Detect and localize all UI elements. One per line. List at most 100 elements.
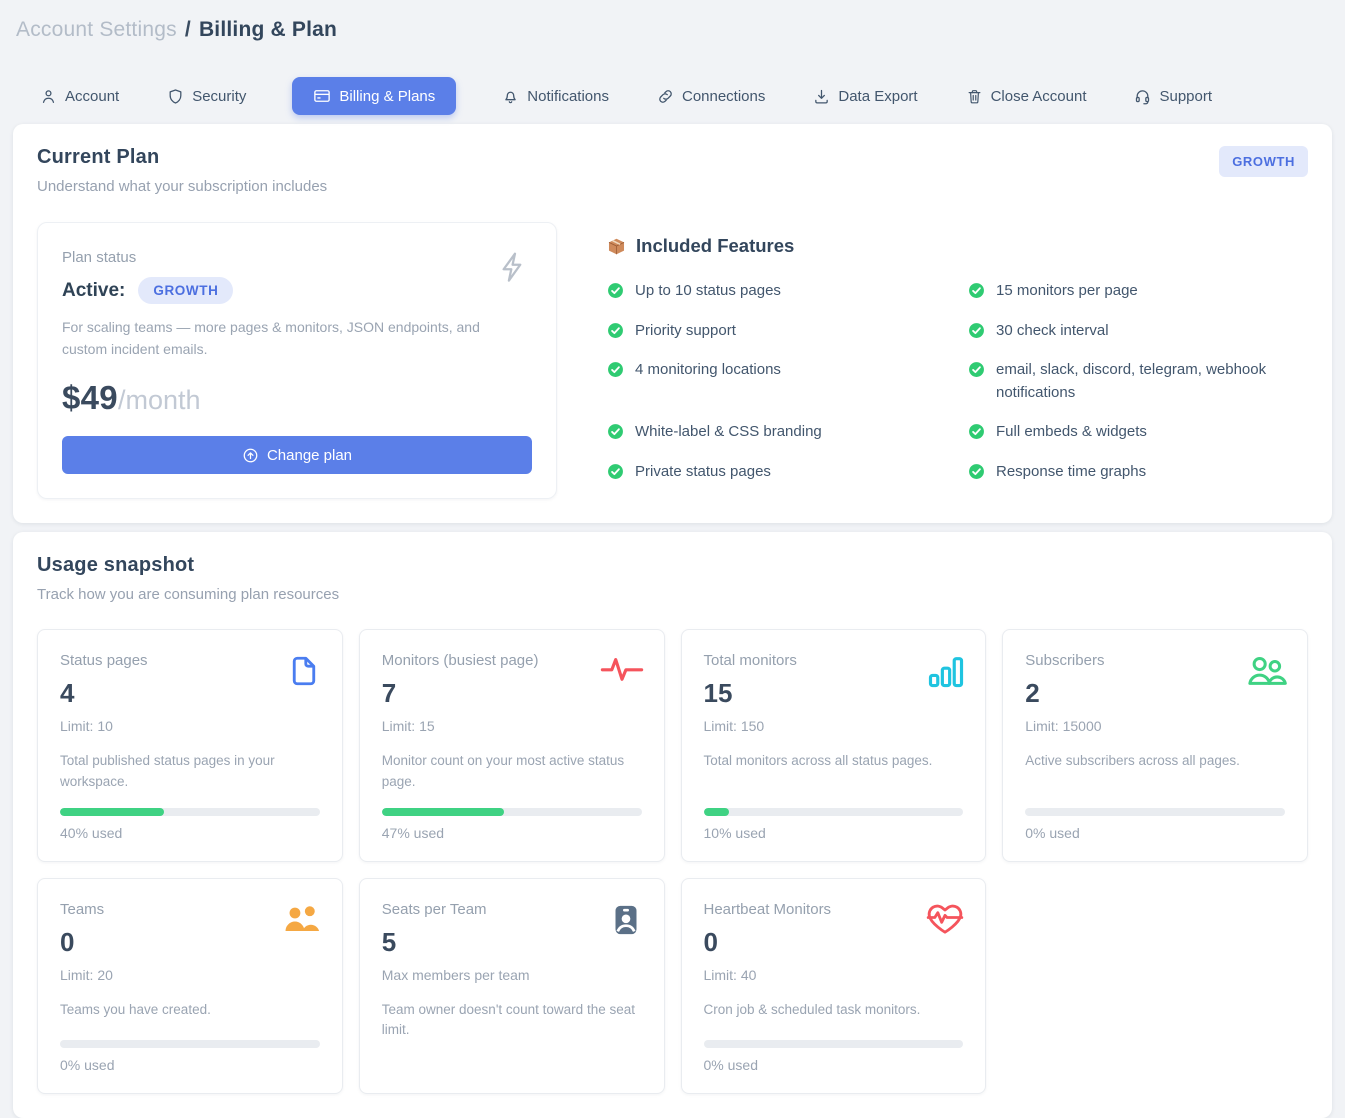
feature-label: Priority support <box>635 320 736 343</box>
usage-card-status-pages: Status pages 4 Limit: 10 Total published… <box>37 629 343 862</box>
usage-percent-label: 0% used <box>1025 825 1285 841</box>
user-icon <box>40 88 57 105</box>
plan-price: $49 /month <box>62 379 532 417</box>
change-plan-button[interactable]: Change plan <box>62 436 532 474</box>
usage-card-description: Teams you have created. <box>60 1000 320 1020</box>
headset-icon <box>1134 88 1151 105</box>
tab-account[interactable]: Account <box>38 78 121 115</box>
usage-card-description: Team owner doesn't count toward the seat… <box>382 1000 642 1041</box>
usage-card-subscribers: Subscribers 2 Limit: 15000 Active subscr… <box>1002 629 1308 862</box>
usage-grid: Status pages 4 Limit: 10 Total published… <box>37 629 1308 1094</box>
usage-subtitle: Track how you are consuming plan resourc… <box>37 586 1308 603</box>
progress-track <box>704 1040 964 1048</box>
heart-pulse-icon <box>925 901 965 937</box>
tab-support[interactable]: Support <box>1132 78 1214 115</box>
tab-notifications[interactable]: Notifications <box>500 78 611 115</box>
usage-card-limit: Max members per team <box>382 967 642 983</box>
breadcrumb-section[interactable]: Account Settings <box>16 18 177 41</box>
plan-description: For scaling teams — more pages & monitor… <box>62 317 482 360</box>
check-circle-icon <box>607 423 624 440</box>
features-header: Included Features <box>607 235 1308 257</box>
users-filled-icon <box>282 901 322 937</box>
download-icon <box>813 88 830 105</box>
id-badge-icon <box>608 901 644 939</box>
feature-label: 4 monitoring locations <box>635 359 781 382</box>
usage-percent-label: 0% used <box>704 1057 964 1073</box>
feature-label: Full embeds & widgets <box>996 421 1147 444</box>
plan-status-badge: GROWTH <box>138 277 233 304</box>
usage-card-seats-per-team: Seats per Team 5 Max members per team Te… <box>359 878 665 1095</box>
usage-card-value: 4 <box>60 678 320 709</box>
check-circle-icon <box>968 361 985 378</box>
check-circle-icon <box>607 463 624 480</box>
feature-item: Priority support <box>607 320 946 343</box>
trash-icon <box>966 88 983 105</box>
check-circle-icon <box>607 282 624 299</box>
tab-security[interactable]: Security <box>165 78 248 115</box>
plan-status-label: Plan status <box>62 249 532 266</box>
usage-card-description: Cron job & scheduled task monitors. <box>704 1000 964 1020</box>
usage-card-limit: Limit: 20 <box>60 967 320 983</box>
tab-close-account[interactable]: Close Account <box>964 78 1089 115</box>
usage-card-title: Status pages <box>60 652 320 669</box>
check-circle-icon <box>968 322 985 339</box>
change-plan-label: Change plan <box>267 447 352 464</box>
bell-icon <box>502 88 519 105</box>
usage-card-value: 15 <box>704 678 964 709</box>
feature-label: 30 check interval <box>996 320 1109 343</box>
feature-label: Up to 10 status pages <box>635 280 781 303</box>
usage-percent-label: 40% used <box>60 825 320 841</box>
usage-snapshot-panel: Usage snapshot Track how you are consumi… <box>13 532 1332 1118</box>
feature-label: Response time graphs <box>996 461 1146 484</box>
plan-status-value: Active: <box>62 280 125 302</box>
usage-card-description: Total monitors across all status pages. <box>704 751 964 771</box>
breadcrumb-page: Billing & Plan <box>199 18 337 41</box>
features-grid: Up to 10 status pages 15 monitors per pa… <box>607 280 1307 483</box>
usage-progress: 47% used <box>382 792 642 841</box>
tab-data-export[interactable]: Data Export <box>811 78 919 115</box>
tab-label: Support <box>1159 88 1212 105</box>
current-plan-panel: Current Plan Understand what your subscr… <box>13 124 1332 523</box>
breadcrumb-separator: / <box>185 18 191 41</box>
usage-percent-label: 10% used <box>704 825 964 841</box>
usage-card-limit: Limit: 10 <box>60 718 320 734</box>
usage-card-total-monitors: Total monitors 15 Limit: 150 Total monit… <box>681 629 987 862</box>
tab-label: Close Account <box>991 88 1087 105</box>
current-plan-header: Current Plan Understand what your subscr… <box>37 146 1308 195</box>
feature-item: email, slack, discord, telegram, webhook… <box>968 359 1307 404</box>
usage-card-monitors-busiest-page: Monitors (busiest page) 7 Limit: 15 Moni… <box>359 629 665 862</box>
usage-progress: 0% used <box>60 1024 320 1073</box>
tab-billing-plans[interactable]: Billing & Plans <box>292 77 456 115</box>
breadcrumb: Account Settings / Billing & Plan <box>16 18 1332 42</box>
tab-label: Billing & Plans <box>339 88 435 105</box>
bar-chart-icon <box>927 652 965 690</box>
usage-percent-label: 0% used <box>60 1057 320 1073</box>
shield-icon <box>167 88 184 105</box>
tab-label: Account <box>65 88 119 105</box>
settings-tabs: Account Security Billing & Plans Notific… <box>38 77 1332 115</box>
usage-card-teams: Teams 0 Limit: 20 Teams you have created… <box>37 878 343 1095</box>
usage-card-title: Seats per Team <box>382 901 642 918</box>
feature-item: White-label & CSS branding <box>607 421 946 444</box>
usage-card-limit: Limit: 15000 <box>1025 718 1285 734</box>
usage-progress: 0% used <box>1025 792 1285 841</box>
tab-label: Data Export <box>838 88 917 105</box>
file-icon <box>286 652 322 690</box>
progress-track <box>60 1040 320 1048</box>
progress-fill <box>60 808 164 816</box>
price-amount: $49 <box>62 379 118 417</box>
tab-label: Notifications <box>527 88 609 105</box>
check-circle-icon <box>968 463 985 480</box>
feature-item: 15 monitors per page <box>968 280 1307 303</box>
usage-card-value: 5 <box>382 927 642 958</box>
tab-connections[interactable]: Connections <box>655 78 767 115</box>
plan-status-card: Plan status Active: GROWTH For scaling t… <box>37 222 557 499</box>
usage-card-description: Active subscribers across all pages. <box>1025 751 1285 771</box>
check-circle-icon <box>607 322 624 339</box>
tab-label: Connections <box>682 88 765 105</box>
check-circle-icon <box>968 282 985 299</box>
lightning-icon <box>496 249 530 290</box>
progress-track <box>704 808 964 816</box>
usage-title: Usage snapshot <box>37 554 1308 577</box>
users-outline-icon <box>1245 652 1287 690</box>
